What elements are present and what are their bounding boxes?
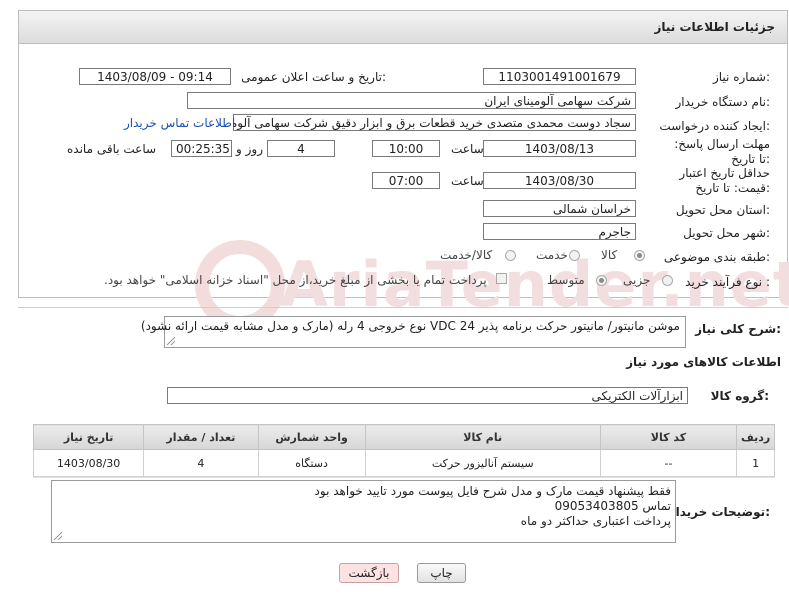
resize-grip-icon[interactable]: [54, 532, 62, 540]
validity-time-label: ساعت: [451, 174, 484, 188]
resize-grip-icon[interactable]: [167, 337, 175, 345]
category-service-label: خدمت: [536, 248, 568, 262]
description-text: موشن مانیتور/ مانیتور حرکت برنامه پذیر V…: [140, 319, 680, 333]
deadline-label: مهلت ارسال پاسخ: تا تاریخ:: [674, 137, 770, 166]
col-quantity: تعداد / مقدار: [143, 424, 259, 450]
cell-code: --: [599, 449, 738, 477]
col-unit: واحد شمارش: [257, 424, 366, 450]
col-row: ردیف: [736, 424, 775, 450]
creator-field[interactable]: سجاد دوست محمدی متصدی خرید قطعات برق و ا…: [233, 114, 636, 131]
print-button[interactable]: چاپ: [417, 563, 466, 583]
col-code: کد کالا: [599, 424, 738, 450]
category-both-label: کالا/خدمت: [440, 248, 493, 262]
panel-header: جزئیات اطلاعات نیاز: [18, 10, 788, 44]
treasury-payment-checkbox[interactable]: [496, 273, 507, 284]
province-label: استان محل تحویل:: [675, 203, 770, 217]
city-label: شهر محل تحویل:: [683, 226, 770, 240]
page-title: جزئیات اطلاعات نیاز: [654, 20, 775, 34]
goods-table-header: تاریخ نیاز تعداد / مقدار واحد شمارش نام …: [32, 424, 775, 450]
category-goods-radio[interactable]: [634, 250, 645, 261]
process-medium-label: متوسط: [547, 273, 585, 287]
col-need-date: تاریخ نیاز: [32, 424, 145, 450]
process-minor-label: جزیی: [623, 273, 651, 287]
buyer-notes-line1: فقط پیشنهاد قیمت مارک و مدل شرح فایل پیو…: [314, 484, 671, 498]
process-label: نوع فرآیند خرید :: [685, 275, 770, 289]
cell-need-date: 1403/08/30: [32, 449, 145, 477]
cell-quantity: 4: [143, 449, 259, 477]
deadline-time-field[interactable]: 10:00: [372, 140, 440, 157]
days-count-field[interactable]: 4: [267, 140, 335, 157]
remaining-time-field[interactable]: 00:25:35: [171, 140, 232, 157]
announce-label: تاریخ و ساعت اعلان عمومی:: [241, 70, 386, 84]
goods-group-field[interactable]: ابزارآلات الکتریکی: [167, 387, 688, 404]
category-goods-label: کالا: [601, 248, 618, 262]
buyer-notes-textarea[interactable]: فقط پیشنهاد قیمت مارک و مدل شرح فایل پیو…: [51, 480, 676, 543]
goods-table: تاریخ نیاز تعداد / مقدار واحد شمارش نام …: [32, 424, 775, 477]
city-field[interactable]: جاجرم: [483, 223, 636, 240]
province-field[interactable]: خراسان شمالی: [483, 200, 636, 217]
category-service-radio[interactable]: [569, 250, 580, 261]
cell-unit: دستگاه: [257, 449, 366, 477]
payment-note: پرداخت تمام یا بخشی از مبلغ خرید،از محل …: [104, 273, 487, 287]
cell-name: سیستم آنالیزور حرکت: [364, 449, 601, 477]
validity-date-field[interactable]: 1403/08/30: [483, 172, 636, 189]
col-name: نام کالا: [364, 424, 601, 450]
validity-time-field[interactable]: 07:00: [372, 172, 440, 189]
need-number-label: شماره نیاز:: [712, 70, 770, 84]
cell-row: 1: [736, 449, 775, 477]
description-label: شرح کلی نیاز:: [695, 322, 781, 336]
buyer-notes-label: توضیحات خریدار:: [668, 505, 770, 519]
validity-label: حداقل تاریخ اعتبار قیمت: تا تاریخ:: [679, 166, 770, 195]
buyer-notes-line3: پرداخت اعتباری حداکثر دو ماه: [520, 514, 671, 528]
need-number-field[interactable]: 1103001491001679: [483, 68, 636, 85]
back-button[interactable]: بازگشت: [339, 563, 399, 583]
goods-section-title: اطلاعات کالاهای مورد نیاز: [626, 355, 781, 369]
buyer-org-label: نام دستگاه خریدار:: [675, 95, 771, 109]
days-label: روز و: [236, 142, 263, 156]
remaining-label: ساعت باقی مانده: [67, 142, 157, 156]
buyer-org-field[interactable]: شرکت سهامی آلومینای ایران: [187, 92, 636, 109]
goods-group-label: گروه کالا:: [710, 389, 769, 403]
description-textarea[interactable]: موشن مانیتور/ مانیتور حرکت برنامه پذیر V…: [141, 316, 686, 348]
category-both-radio[interactable]: [505, 250, 516, 261]
category-label: طبقه بندی موضوعی:: [663, 250, 770, 264]
table-row[interactable]: 1403/08/30 4 دستگاه سیستم آنالیزور حرکت …: [32, 449, 775, 477]
announce-field[interactable]: 1403/08/09 - 09:14: [79, 68, 231, 85]
process-minor-radio[interactable]: [662, 275, 673, 286]
contact-buyer-link[interactable]: اطلاعات تماس خریدار: [124, 116, 235, 130]
creator-label: ایجاد کننده درخواست:: [659, 119, 770, 133]
process-medium-radio[interactable]: [596, 275, 607, 286]
deadline-time-label: ساعت: [451, 142, 484, 156]
deadline-date-field[interactable]: 1403/08/13: [483, 140, 636, 157]
buyer-notes-line2: تماس 09053403805: [554, 499, 671, 513]
